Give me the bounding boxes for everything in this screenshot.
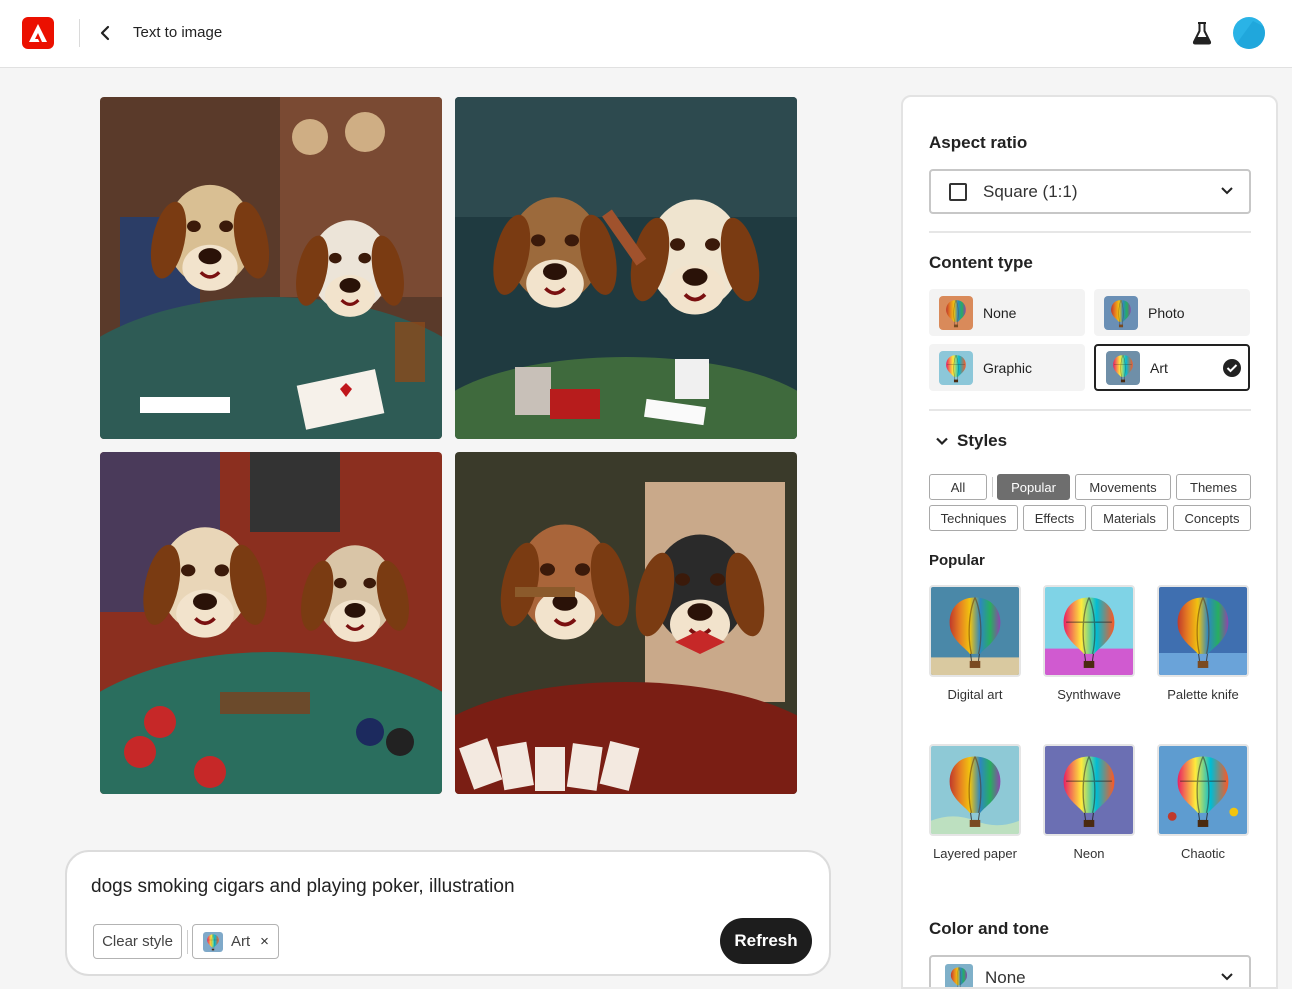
applied-style-label: Art xyxy=(231,933,251,950)
style-synthwave[interactable]: Synthwave xyxy=(1043,585,1135,702)
content-type-label: Photo xyxy=(1148,304,1185,321)
back-button[interactable] xyxy=(98,24,114,42)
labs-button[interactable] xyxy=(1191,21,1213,45)
content-type-none[interactable]: None xyxy=(929,289,1085,336)
settings-panel: Aspect ratio Square (1:1) Content type N… xyxy=(901,95,1278,989)
content-type-graphic[interactable]: Graphic xyxy=(929,344,1085,391)
art-style-thumbnail xyxy=(203,931,223,952)
chevron-left-icon xyxy=(100,25,110,41)
chip-divider xyxy=(187,930,188,954)
style-palette-knife[interactable]: Palette knife xyxy=(1157,585,1249,702)
tab-themes[interactable]: Themes xyxy=(1176,474,1251,500)
graphic-thumbnail xyxy=(939,350,973,385)
tab-divider xyxy=(992,477,993,497)
tab-movements[interactable]: Movements xyxy=(1075,474,1171,500)
style-label: Chaotic xyxy=(1180,846,1226,861)
square-icon xyxy=(949,182,967,201)
adobe-firefly-logo[interactable] xyxy=(22,17,54,49)
generated-image-2[interactable] xyxy=(455,97,797,439)
tab-concepts[interactable]: Concepts xyxy=(1173,505,1251,531)
aspect-ratio-select[interactable]: Square (1:1) xyxy=(929,169,1251,214)
tab-materials[interactable]: Materials xyxy=(1091,505,1168,531)
palette-knife-thumbnail xyxy=(1157,585,1249,677)
style-neon[interactable]: Neon xyxy=(1043,744,1135,861)
prompt-box: dogs smoking cigars and playing poker, i… xyxy=(65,850,831,976)
style-digital-art[interactable]: Digital art xyxy=(929,585,1021,702)
popular-title: Popular xyxy=(929,552,985,569)
user-avatar[interactable] xyxy=(1233,17,1265,49)
content-type-photo[interactable]: Photo xyxy=(1094,289,1250,336)
prompt-input[interactable]: dogs smoking cigars and playing poker, i… xyxy=(91,876,515,898)
none-thumbnail xyxy=(939,295,973,330)
flask-icon xyxy=(1192,22,1212,45)
tab-techniques[interactable]: Techniques xyxy=(929,505,1018,531)
chaotic-thumbnail xyxy=(1157,744,1249,836)
chevron-down-icon xyxy=(1221,973,1233,981)
photo-thumbnail xyxy=(1104,295,1138,330)
remove-style-icon[interactable]: × xyxy=(260,933,269,950)
tab-all[interactable]: All xyxy=(929,474,987,500)
content-type-label: Art xyxy=(1150,359,1168,376)
tab-popular[interactable]: Popular xyxy=(997,474,1070,500)
checkmark-icon xyxy=(1223,359,1241,377)
tab-effects[interactable]: Effects xyxy=(1023,505,1086,531)
color-tone-thumbnail xyxy=(945,963,973,987)
layered-paper-thumbnail xyxy=(929,744,1021,836)
style-label: Layered paper xyxy=(933,846,1017,861)
divider xyxy=(929,409,1251,411)
content-type-title: Content type xyxy=(929,253,1033,272)
refresh-button[interactable]: Refresh xyxy=(720,918,812,964)
aspect-ratio-title: Aspect ratio xyxy=(929,133,1028,152)
chevron-down-icon xyxy=(936,437,948,446)
style-chaotic[interactable]: Chaotic xyxy=(1157,744,1249,861)
digital-art-thumbnail xyxy=(929,585,1021,677)
page-title: Text to image xyxy=(133,24,223,41)
art-thumbnail xyxy=(1106,350,1140,385)
color-and-tone-select[interactable]: None xyxy=(929,955,1251,987)
clear-style-button[interactable]: Clear style xyxy=(93,924,182,959)
style-layered-paper[interactable]: Layered paper xyxy=(929,744,1021,861)
style-label: Neon xyxy=(1073,846,1105,861)
styles-title: Styles xyxy=(957,431,1008,450)
app-header: Text to image xyxy=(0,0,1292,68)
content-type-label: Graphic xyxy=(983,359,1033,376)
header-divider xyxy=(79,19,80,47)
aspect-ratio-value: Square (1:1) xyxy=(983,181,1078,201)
content-type-art[interactable]: Art xyxy=(1094,344,1250,391)
style-label: Synthwave xyxy=(1057,687,1121,702)
color-and-tone-value: None xyxy=(985,967,1026,987)
divider xyxy=(929,231,1251,233)
generated-image-4[interactable] xyxy=(455,452,797,794)
generated-image-3[interactable] xyxy=(100,452,442,794)
applied-style-chip[interactable]: Art × xyxy=(192,924,279,959)
generated-image-1[interactable] xyxy=(100,97,442,439)
chevron-down-icon xyxy=(1221,187,1233,195)
style-label: Digital art xyxy=(947,687,1003,702)
content-type-label: None xyxy=(983,304,1017,321)
styles-toggle[interactable]: Styles xyxy=(935,431,1007,451)
color-and-tone-title: Color and tone xyxy=(929,919,1049,938)
style-label: Palette knife xyxy=(1167,687,1239,702)
neon-thumbnail xyxy=(1043,744,1135,836)
synthwave-thumbnail xyxy=(1043,585,1135,677)
